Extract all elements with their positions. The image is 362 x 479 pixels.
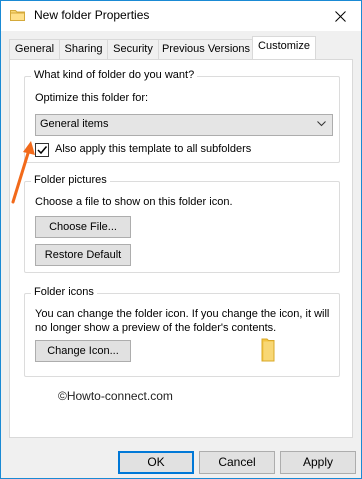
optimize-select[interactable]: General items [35,114,333,136]
ok-button[interactable]: OK [118,451,194,474]
folder-icon [10,10,25,21]
watermark-text: ©Howto-connect.com [58,389,173,403]
apply-button[interactable]: Apply [280,451,356,474]
window-title: New folder Properties [34,8,150,22]
chevron-down-icon [317,121,326,127]
folder-pictures-legend: Folder pictures [31,174,110,186]
tab-general[interactable]: General [9,39,60,59]
folder-pictures-group: Folder pictures Choose a file to show on… [24,174,340,273]
tab-previous-versions[interactable]: Previous Versions [158,39,254,59]
optimize-label: Optimize this folder for: [35,92,149,104]
title-bar[interactable]: New folder Properties [1,1,361,31]
apply-subfolders-label[interactable]: Also apply this template to all subfolde… [55,143,251,155]
folder-type-legend: What kind of folder do you want? [31,69,198,81]
folder-icons-description-line1: You can change the folder icon. If you c… [35,308,330,320]
close-button[interactable] [319,1,361,31]
cancel-button[interactable]: Cancel [199,451,275,474]
tab-security[interactable]: Security [107,39,159,59]
choose-file-button[interactable]: Choose File... [35,216,131,238]
optimize-select-value: General items [40,118,109,130]
tab-customize[interactable]: Customize [252,36,316,59]
tab-sharing[interactable]: Sharing [59,39,108,59]
folder-pictures-description: Choose a file to show on this folder ico… [35,196,233,208]
properties-window: New folder Properties General Sharing Se… [0,0,362,479]
annotation-arrow-icon [11,141,35,204]
folder-preview-icon [261,338,275,362]
folder-icons-description-line2: no longer show a preview of the folder's… [35,322,277,334]
customize-panel: What kind of folder do you want? Optimiz… [9,59,353,438]
close-icon [334,10,346,22]
restore-default-button[interactable]: Restore Default [35,244,131,266]
change-icon-button[interactable]: Change Icon... [35,340,131,362]
folder-icons-group: Folder icons You can change the folder i… [24,286,340,377]
folder-icons-legend: Folder icons [31,286,97,298]
folder-type-group: What kind of folder do you want? Optimiz… [24,69,340,163]
